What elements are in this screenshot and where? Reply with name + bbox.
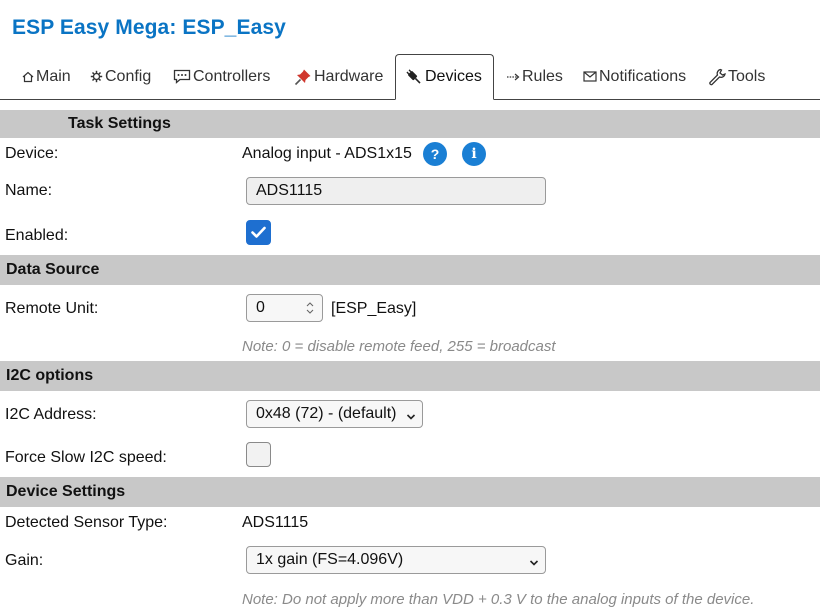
force-slow-i2c-label: Force Slow I2C speed: (5, 449, 167, 466)
name-input[interactable]: ADS1115 (246, 177, 546, 205)
sensor-type-value: ADS1115 (242, 514, 309, 531)
i2c-address-value: 0x48 (72) - (default) (256, 405, 397, 422)
enabled-label: Enabled: (5, 227, 69, 244)
tab-label: Controllers (193, 67, 271, 85)
chat-icon (173, 69, 191, 84)
tab-label: Hardware (314, 67, 384, 85)
info-button[interactable]: i (462, 142, 486, 166)
tab-devices[interactable]: Devices (395, 54, 494, 100)
i2c-address-select[interactable]: 0x48 (72) - (default) (246, 400, 423, 428)
section-title: Task Settings (68, 115, 171, 132)
gain-select[interactable]: 1x gain (FS=4.096V) (246, 546, 546, 574)
chevron-down-icon (406, 409, 416, 427)
tab-hardware[interactable]: Hardware (294, 54, 383, 99)
section-title: Data Source (6, 261, 100, 278)
arrow-icon (506, 72, 520, 82)
tab-rules[interactable]: Rules (506, 54, 563, 99)
nav-tabs: Main Config Controllers Hardware Devices… (0, 54, 820, 100)
tab-label: Tools (728, 67, 766, 85)
gain-value: 1x gain (FS=4.096V) (256, 551, 404, 568)
envelope-icon (583, 71, 597, 82)
section-data-source: Data Source (0, 255, 820, 285)
tab-config[interactable]: Config (90, 54, 151, 99)
pin-icon (294, 68, 312, 86)
section-i2c-options: I2C options (0, 361, 820, 391)
section-task-settings: Task Settings (0, 110, 820, 138)
device-label: Device: (5, 145, 59, 162)
device-value: Analog input - ADS1x15 (242, 145, 412, 162)
remote-unit-note: Note: 0 = disable remote feed, 255 = bro… (242, 338, 556, 355)
tab-label: Notifications (599, 67, 687, 85)
section-device-settings: Device Settings (0, 477, 820, 507)
i2c-address-label: I2C Address: (5, 406, 97, 423)
sensor-type-label: Detected Sensor Type: (5, 514, 168, 531)
tab-controllers[interactable]: Controllers (173, 54, 270, 99)
home-icon (22, 71, 34, 83)
info-icon: i (471, 146, 477, 162)
section-title: I2C options (6, 367, 94, 384)
gear-icon (90, 70, 103, 83)
checkmark-icon (251, 226, 266, 238)
spinner-arrows-icon[interactable] (306, 300, 314, 321)
remote-unit-stepper[interactable]: 0 (246, 294, 323, 322)
tab-label: Devices (425, 68, 482, 85)
enabled-checkbox[interactable] (246, 220, 271, 245)
plug-icon (405, 68, 423, 86)
tab-main[interactable]: Main (22, 54, 71, 99)
wrench-icon (708, 68, 726, 86)
name-label: Name: (5, 182, 53, 199)
name-input-value: ADS1115 (256, 182, 323, 199)
tab-notifications[interactable]: Notifications (583, 54, 686, 99)
question-icon: ? (430, 146, 440, 162)
chevron-down-icon (529, 555, 539, 573)
tab-label: Rules (522, 67, 563, 85)
section-title: Device Settings (6, 483, 126, 500)
page-title: ESP Easy Mega: ESP_Easy (12, 16, 286, 39)
gain-label: Gain: (5, 552, 44, 569)
force-slow-i2c-checkbox[interactable] (246, 442, 271, 467)
tab-label: Config (105, 67, 152, 85)
remote-unit-value: 0 (256, 299, 265, 316)
tab-tools[interactable]: Tools (708, 54, 765, 99)
gain-note: Note: Do not apply more than VDD + 0.3 V… (242, 591, 755, 608)
help-button[interactable]: ? (423, 142, 447, 166)
tab-label: Main (36, 67, 71, 85)
remote-unit-name: [ESP_Easy] (331, 300, 417, 317)
remote-unit-label: Remote Unit: (5, 300, 99, 317)
